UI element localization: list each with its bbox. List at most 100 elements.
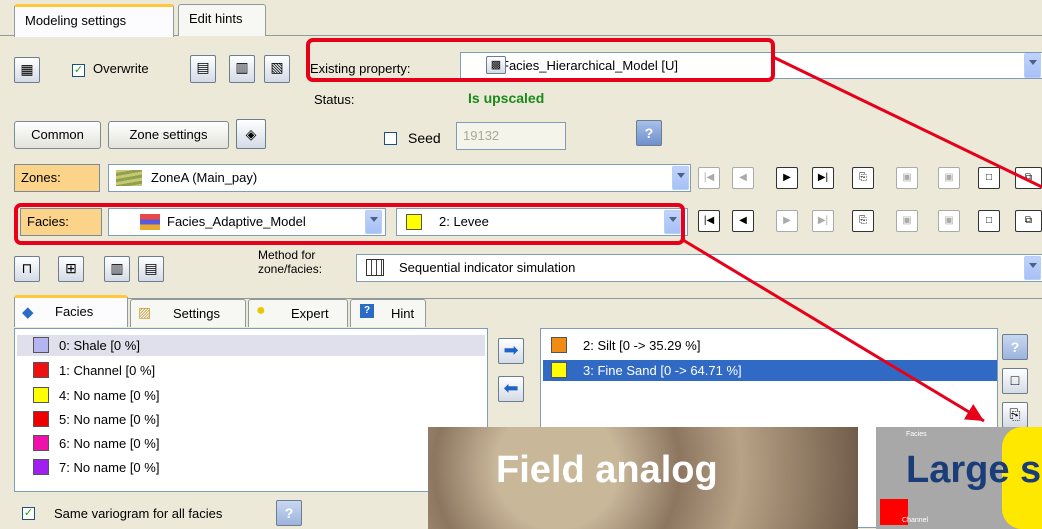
first-icon[interactable]: |◀ [698, 210, 720, 232]
last-icon[interactable]: ▶| [812, 210, 834, 232]
facies-swatch [551, 337, 567, 353]
list-item-label: 7: No name [0 %] [59, 460, 160, 475]
existing-property-select[interactable]: Facies_Hierarchical_Model [U] [460, 52, 1042, 79]
help-icon[interactable]: ? [1002, 334, 1028, 360]
tab-label: Settings [173, 306, 220, 321]
paste-all-icon[interactable]: ▣ [938, 210, 960, 232]
list-item-label: 3: Fine Sand [0 -> 64.71 %] [583, 363, 742, 378]
help-icon[interactable]: ? [276, 500, 302, 526]
method-label-line2: zone/facies: [258, 262, 323, 276]
zones-label: Zones: [21, 170, 61, 185]
zones-select[interactable]: ZoneA (Main_pay) [108, 164, 691, 192]
layers-icon[interactable]: ◈ [236, 119, 266, 149]
list-item[interactable]: 5: No name [0 %] [17, 409, 485, 430]
list-item[interactable]: 4: No name [0 %] [17, 385, 485, 406]
method-value: Sequential indicator simulation [399, 260, 576, 275]
zones-value: ZoneA (Main_pay) [151, 170, 258, 185]
zone-settings-button[interactable]: Zone settings [108, 121, 229, 149]
status-label: Status: [314, 92, 355, 107]
large-scale-panel: Facies Channel Large s [876, 427, 1042, 529]
same-variogram-label: Same variogram for all facies [54, 506, 223, 521]
copy-icon[interactable]: ⎘ [1002, 402, 1028, 428]
copy-icon[interactable]: ⎘ [852, 167, 874, 189]
available-facies-list[interactable]: 0: Shale [0 %] 1: Channel [0 %] 4: No na… [14, 328, 488, 492]
facies-select[interactable]: 2: Levee [396, 208, 688, 236]
panel-small-label: Facies [906, 431, 927, 438]
paste-icon[interactable]: ▣ [896, 210, 918, 232]
zone-settings-label: Zone settings [129, 127, 208, 142]
facies-model-dropdown-icon[interactable] [365, 210, 382, 234]
existing-property-dropdown-icon[interactable] [1024, 53, 1041, 78]
palette-icon[interactable]: ▦ [14, 57, 40, 83]
table-icon[interactable]: ▤ [138, 256, 164, 282]
status-value: Is upscaled [468, 90, 545, 106]
zone-layers-icon [116, 170, 142, 186]
list-item-label: 2: Silt [0 -> 35.29 %] [583, 338, 701, 353]
large-scale-title: Large s [906, 449, 1042, 491]
new-page-icon[interactable]: □ [978, 167, 1000, 189]
facies-label: Facies: [27, 214, 69, 229]
histogram-icon[interactable]: ▥ [229, 55, 255, 83]
field-analog-title: Field analog [496, 449, 718, 491]
facies-swatch [33, 411, 49, 427]
facies-label-box: Facies: [20, 208, 102, 236]
list-item[interactable]: 6: No name [0 %] [17, 433, 485, 454]
copy-icon[interactable]: ⎘ [852, 210, 874, 232]
method-label-line1: Method for [258, 248, 316, 262]
facies-swatch [551, 362, 567, 378]
facies-swatch [33, 362, 49, 378]
seed-label: Seed [408, 130, 441, 146]
move-right-arrow-icon[interactable]: ➡ [498, 338, 524, 364]
lightbulb-icon: ● [256, 302, 266, 319]
folder-icon[interactable]: ▤ [190, 55, 216, 83]
overwrite-label: Overwrite [93, 61, 149, 76]
next-icon[interactable]: ▶ [776, 210, 798, 232]
list-item[interactable]: 0: Shale [0 %] [17, 335, 485, 356]
list-item[interactable]: 1: Channel [0 %] [17, 360, 485, 381]
bar-chart-icon[interactable]: ▥ [104, 256, 130, 282]
hint-icon: ? [360, 304, 374, 318]
chart-icon[interactable]: ▧ [264, 55, 290, 83]
paste-all-icon[interactable]: ▣ [938, 167, 960, 189]
panel-small-label: Channel [902, 517, 929, 524]
new-page-icon[interactable]: □ [1002, 368, 1028, 394]
new-page-icon[interactable]: □ [978, 210, 1000, 232]
next-icon[interactable]: ▶ [776, 167, 798, 189]
previous-icon[interactable]: ◀ [732, 167, 754, 189]
list-item[interactable]: 7: No name [0 %] [17, 457, 485, 478]
method-select[interactable]: Sequential indicator simulation [356, 254, 1042, 282]
previous-icon[interactable]: ◀ [732, 210, 754, 232]
zones-dropdown-icon[interactable] [672, 166, 689, 190]
levee-swatch [406, 214, 422, 230]
existing-property-value: Facies_Hierarchical_Model [U] [501, 58, 679, 73]
list-item[interactable]: 2: Silt [0 -> 35.29 %] [543, 335, 997, 356]
pages-icon[interactable]: ⧉ [1015, 167, 1042, 189]
list-item-label: 4: No name [0 %] [59, 388, 160, 403]
paste-icon[interactable]: ▣ [896, 167, 918, 189]
first-icon[interactable]: |◀ [698, 167, 720, 189]
move-left-arrow-icon[interactable]: ⬅ [498, 376, 524, 402]
pages-icon[interactable]: ⧉ [1015, 210, 1042, 232]
facies-dropdown-icon[interactable] [664, 210, 681, 234]
same-variogram-checkbox[interactable]: ✓ [22, 507, 35, 520]
lock-icon[interactable]: ⊓ [14, 256, 40, 282]
method-dropdown-icon[interactable] [1024, 256, 1041, 280]
last-icon[interactable]: ▶| [812, 167, 834, 189]
list-item-label: 0: Shale [0 %] [59, 338, 140, 353]
common-button[interactable]: Common [14, 121, 101, 149]
facies-swatch [33, 459, 49, 475]
variogram-icon[interactable]: ⊞ [58, 256, 84, 282]
facies-swatch [33, 387, 49, 403]
tab-label: Expert [291, 306, 329, 321]
facies-selected-value: 2: Levee [439, 214, 489, 229]
overwrite-checkbox[interactable]: ✓ [72, 64, 85, 77]
tab-modeling-settings[interactable]: Modeling settings [14, 4, 174, 37]
help-icon[interactable]: ? [636, 120, 662, 146]
list-item-selected[interactable]: 3: Fine Sand [0 -> 64.71 %] [543, 360, 997, 381]
grid-icon [366, 259, 384, 276]
seed-checkbox[interactable] [384, 132, 397, 145]
facies-swatch [33, 337, 49, 353]
seed-input[interactable]: 19132 [456, 122, 566, 150]
tab-edit-hints[interactable]: Edit hints [178, 4, 266, 36]
modeling-panel: Modeling settings Edit hints ▦ ✓ Overwri… [0, 0, 1042, 529]
